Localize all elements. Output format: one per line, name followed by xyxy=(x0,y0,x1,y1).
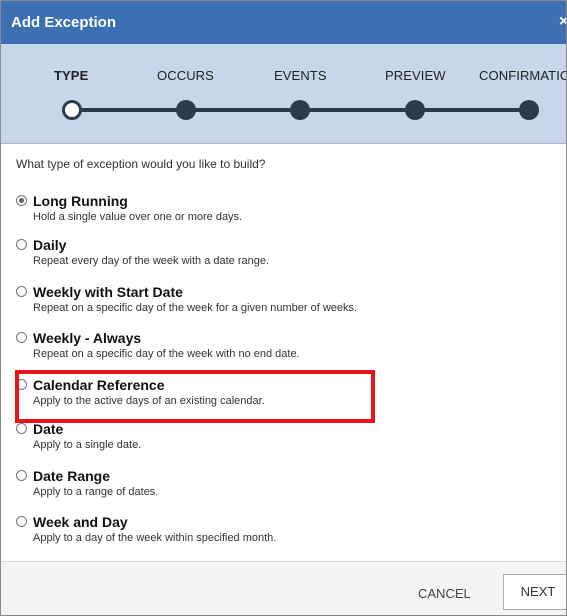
option-title: Date Range xyxy=(33,468,111,484)
radio-weekly-always[interactable] xyxy=(16,332,27,343)
question-text: What type of exception would you like to… xyxy=(16,157,266,171)
step-events-label: EVENTS xyxy=(274,68,327,83)
step-confirmation-label: CONFIRMATIO xyxy=(479,68,567,83)
next-button[interactable]: NEXT xyxy=(503,574,566,610)
option-title: Week and Day xyxy=(33,514,128,530)
radio-long-running[interactable] xyxy=(16,195,27,206)
option-title: Daily xyxy=(33,237,67,253)
dialog-footer: CANCEL NEXT xyxy=(1,561,566,615)
step-confirmation-node xyxy=(519,100,539,120)
dialog-title: Add Exception xyxy=(11,14,117,31)
radio-daily[interactable] xyxy=(16,239,27,250)
option-title: Date xyxy=(33,421,64,437)
option-description: Apply to a single date. xyxy=(33,439,142,451)
option-description: Repeat on a specific day of the week for… xyxy=(33,302,358,314)
cancel-button[interactable]: CANCEL xyxy=(418,586,471,601)
step-preview-label: PREVIEW xyxy=(385,68,446,83)
option-title: Long Running xyxy=(33,193,128,209)
step-events-node xyxy=(290,100,310,120)
option-description: Repeat every day of the week with a date… xyxy=(33,255,270,267)
close-icon[interactable]: × xyxy=(559,13,566,31)
calendar-reference-highlight-box xyxy=(15,370,375,423)
step-type-label: TYPE xyxy=(54,68,89,83)
step-preview-node xyxy=(405,100,425,120)
wizard-stepper: TYPE OCCURS EVENTS PREVIEW CONFIRMATIO xyxy=(1,44,567,144)
step-occurs-node xyxy=(176,100,196,120)
option-description: Repeat on a specific day of the week wit… xyxy=(33,348,300,360)
exception-type-panel: What type of exception would you like to… xyxy=(1,145,566,561)
option-title: Weekly - Always xyxy=(33,330,142,346)
option-description: Apply to a range of dates. xyxy=(33,486,159,498)
radio-weekly-with-start-date[interactable] xyxy=(16,286,27,297)
step-type-node xyxy=(62,100,82,120)
add-exception-dialog: Add Exception × TYPE OCCURS EVENTS PREVI… xyxy=(0,0,567,616)
dialog-titlebar: Add Exception × xyxy=(1,1,566,44)
step-occurs-label: OCCURS xyxy=(157,68,214,83)
option-description: Hold a single value over one or more day… xyxy=(33,211,243,223)
option-title: Weekly with Start Date xyxy=(33,284,183,300)
radio-date-range[interactable] xyxy=(16,470,27,481)
radio-week-and-day[interactable] xyxy=(16,516,27,527)
radio-date[interactable] xyxy=(16,423,27,434)
option-description: Apply to a day of the week within specif… xyxy=(33,532,277,544)
